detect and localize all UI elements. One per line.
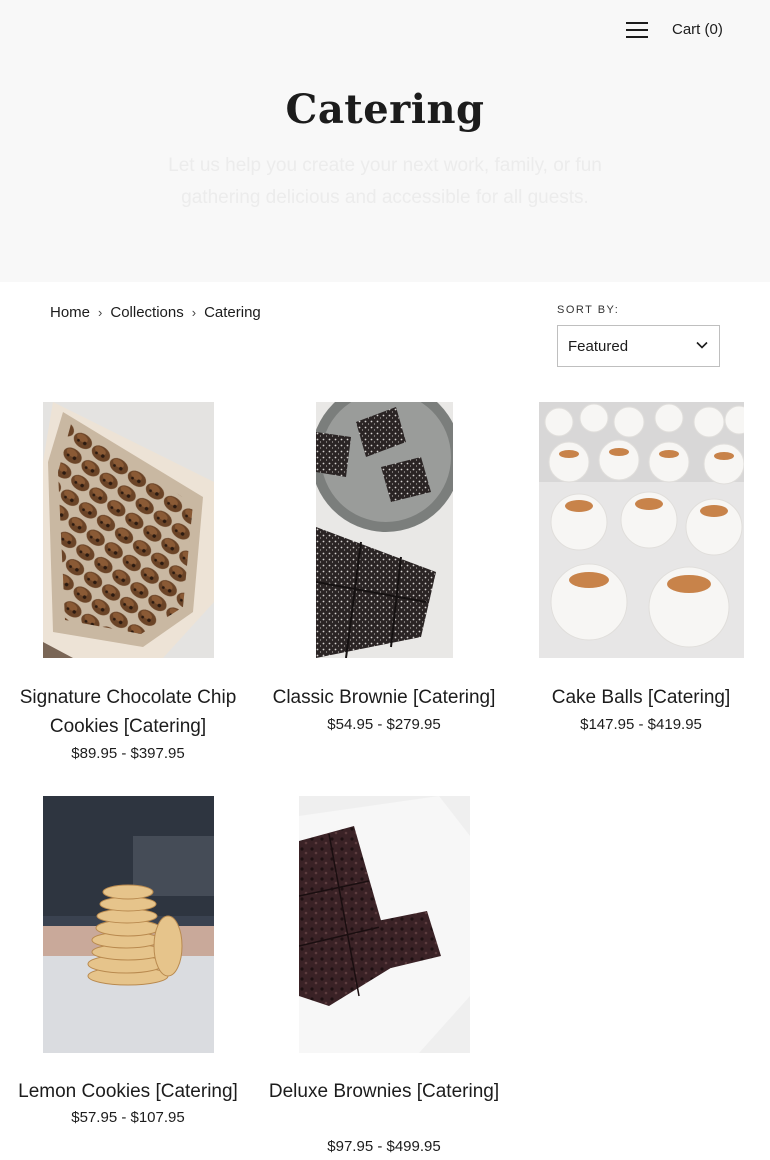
product-price: $89.95 - $397.95: [71, 745, 185, 762]
product-title[interactable]: Signature Chocolate Chip Cookies [Cateri…: [0, 683, 256, 741]
breadcrumb: Home › Collections › Catering: [50, 304, 261, 321]
product-card[interactable]: Lemon Cookies [Catering] $57.95 - $107.9…: [0, 796, 256, 1136]
breadcrumb-current: Catering: [204, 304, 261, 321]
product-title[interactable]: Cake Balls [Catering]: [513, 683, 769, 712]
product-card[interactable]: Classic Brownie [Catering] $54.95 - $279…: [256, 402, 512, 742]
coconut-cake-balls-photo[interactable]: [539, 402, 744, 658]
collection-description: Let us help you create your next work, f…: [168, 155, 602, 208]
product-price: $147.95 - $419.95: [580, 716, 702, 733]
collection-hero: Cart (0) Catering Let us help you create…: [0, 0, 770, 282]
product-title[interactable]: Classic Brownie [Catering]: [256, 683, 512, 712]
product-price: $54.95 - $279.95: [327, 716, 441, 733]
page-title: Catering: [285, 86, 485, 133]
stacked-lemon-cookies-photo[interactable]: [43, 796, 214, 1053]
sort-selected-value: Featured: [568, 338, 629, 355]
breadcrumb-separator: ›: [98, 305, 103, 320]
product-title[interactable]: Deluxe Brownies [Catering]: [256, 1077, 512, 1106]
product-price: $57.95 - $107.95: [71, 1109, 185, 1126]
product-card[interactable]: Deluxe Brownies [Catering] $97.95 - $499…: [256, 796, 512, 1160]
product-price: $97.95 - $499.95: [327, 1138, 441, 1155]
chevron-down-icon: [696, 341, 708, 349]
breadcrumb-collections-link[interactable]: Collections: [110, 304, 183, 321]
sort-by-label: SORT BY:: [557, 304, 620, 316]
cookies-in-box-photo[interactable]: [43, 402, 214, 658]
cart-link[interactable]: Cart (0): [672, 21, 723, 38]
breadcrumb-separator: ›: [191, 305, 197, 320]
product-card[interactable]: Signature Chocolate Chip Cookies [Cateri…: [0, 402, 256, 772]
breadcrumb-home-link[interactable]: Home: [50, 304, 90, 321]
product-card[interactable]: Cake Balls [Catering] $147.95 - $419.95: [513, 402, 769, 742]
brownies-with-powdered-sugar-photo[interactable]: [316, 402, 453, 658]
hamburger-menu-icon[interactable]: [626, 21, 648, 39]
sort-select[interactable]: Featured: [557, 325, 720, 367]
chocolate-chip-brownies-photo[interactable]: [299, 796, 470, 1053]
product-title[interactable]: Lemon Cookies [Catering]: [0, 1077, 256, 1106]
